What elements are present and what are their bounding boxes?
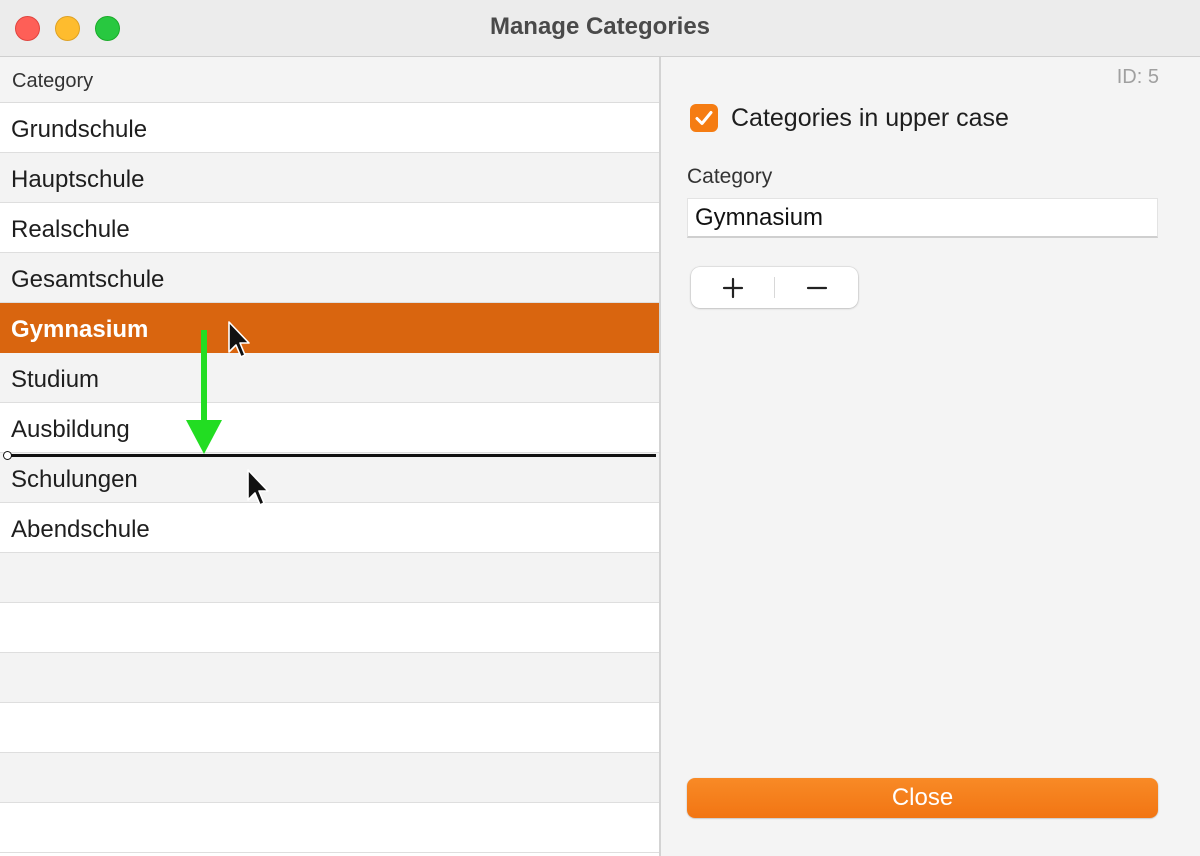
- row-label: Hauptschule: [11, 166, 145, 193]
- add-category-button[interactable]: [691, 267, 774, 308]
- table-row[interactable]: Schulungen: [0, 453, 659, 503]
- drop-indicator-line: [4, 454, 656, 457]
- category-input[interactable]: [687, 198, 1158, 238]
- empty-table-row: [0, 803, 659, 853]
- minus-icon: [806, 286, 827, 289]
- uppercase-checkbox-label[interactable]: Categories in upper case: [731, 104, 1009, 133]
- row-label: Gymnasium: [11, 316, 149, 343]
- row-label: Studium: [11, 366, 100, 393]
- empty-table-row: [0, 553, 659, 603]
- plus-icon: [722, 277, 743, 298]
- row-label: Abendschule: [11, 516, 150, 543]
- empty-table-row: [0, 653, 659, 703]
- checkmark-icon: [695, 111, 713, 125]
- table-row[interactable]: Realschule: [0, 203, 659, 253]
- empty-table-row: [0, 703, 659, 753]
- table-row[interactable]: Ausbildung: [0, 403, 659, 453]
- column-header-label: Category: [12, 70, 94, 92]
- category-field-label: Category: [687, 165, 773, 188]
- add-remove-control: [691, 267, 858, 308]
- detail-panel: ID: 5 Categories in upper case Category …: [661, 57, 1200, 856]
- empty-table-row: [0, 753, 659, 803]
- id-label: ID: 5: [1116, 66, 1159, 88]
- remove-category-button[interactable]: [775, 267, 858, 308]
- table-row[interactable]: Abendschule: [0, 503, 659, 553]
- column-header[interactable]: Category: [0, 57, 659, 103]
- row-label: Schulungen: [11, 466, 138, 493]
- table-row-selected[interactable]: Gymnasium: [0, 303, 659, 353]
- empty-table-row: [0, 603, 659, 653]
- row-label: Gesamtschule: [11, 266, 165, 293]
- window-title: Manage Categories: [489, 13, 711, 40]
- table-row[interactable]: Grundschule: [0, 103, 659, 153]
- row-label: Ausbildung: [11, 416, 130, 443]
- manage-categories-window: Manage Categories Category Grundschule H…: [0, 0, 1200, 856]
- table-row[interactable]: Hauptschule: [0, 153, 659, 203]
- table-row[interactable]: Gesamtschule: [0, 253, 659, 303]
- close-button[interactable]: Close: [687, 778, 1158, 818]
- drop-indicator-circle: [3, 451, 12, 460]
- table-rows: Grundschule Hauptschule Realschule Gesam…: [0, 103, 659, 853]
- row-label: Realschule: [11, 216, 130, 243]
- row-label: Grundschule: [11, 116, 148, 143]
- title-bar: Manage Categories: [0, 0, 1200, 57]
- uppercase-checkbox[interactable]: [690, 104, 718, 132]
- table-row[interactable]: Studium: [0, 353, 659, 403]
